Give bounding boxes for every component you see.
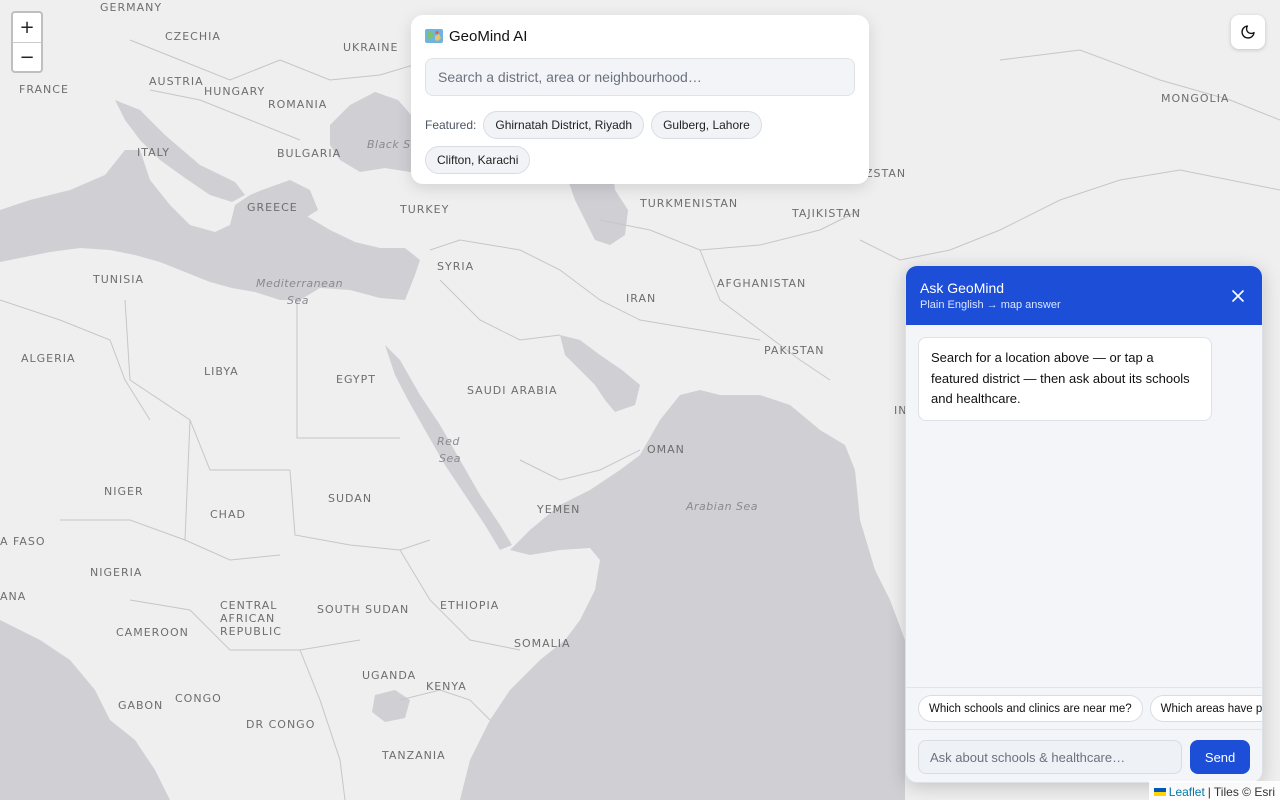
app-title: GeoMind AI [449, 27, 528, 45]
map-label-germany: GERMANY [100, 1, 163, 14]
chat-subtitle: Plain English → map answer [920, 299, 1061, 311]
map-label-car-3: REPUBLIC [220, 625, 282, 638]
close-icon [1232, 290, 1244, 302]
map-label-libya: LIBYA [204, 365, 239, 378]
map-label-yemen: YEMEN [537, 503, 581, 516]
map-label-tajikistan: TAJIKISTAN [792, 207, 861, 220]
map-label-afghanistan: AFGHANISTAN [717, 277, 807, 290]
featured-label: Featured: [425, 118, 477, 132]
persian-gulf [560, 335, 640, 412]
map-label-chad: CHAD [210, 508, 246, 521]
map-label-nigeria: NIGERIA [90, 566, 143, 579]
map-label-kenya: KENYA [426, 680, 467, 693]
chat-composer: Send [906, 729, 1262, 782]
map-attribution: Leaflet | Tiles © Esri [1148, 781, 1280, 800]
chat-close-button[interactable] [1228, 286, 1248, 306]
map-label-cameroon: CAMEROON [116, 626, 189, 639]
assistant-message: Search for a location above — or tap a f… [918, 337, 1212, 421]
map-label-syria: SYRIA [437, 260, 475, 273]
map-label-dr-congo: DR CONGO [246, 718, 316, 731]
map-label-ethiopia: ETHIOPIA [440, 599, 500, 612]
attribution-separator: | [1207, 784, 1211, 799]
leaflet-link[interactable]: Leaflet [1169, 785, 1205, 799]
featured-chip-gulberg[interactable]: Gulberg, Lahore [651, 111, 762, 139]
map-label-pakistan: PAKISTAN [764, 344, 825, 357]
map-label-south-sudan: SOUTH SUDAN [317, 603, 410, 616]
map-label-mediterranean-sea: Sea [287, 294, 309, 307]
map-label-congo: CONGO [175, 692, 222, 705]
map-label-algeria: ALGERIA [21, 352, 76, 365]
map-label-oman: OMAN [647, 443, 685, 456]
map-label-niger: NIGER [104, 485, 144, 498]
map-label-red-sea: Red [437, 435, 460, 448]
map-label-italy: ITALY [137, 146, 171, 159]
map-label-greece: GREECE [247, 201, 298, 214]
send-button[interactable]: Send [1190, 740, 1250, 774]
featured-list: Featured: Ghirnatah District, Riyadh Gul… [425, 111, 855, 174]
map-label-turkmenistan: TURKMENISTAN [640, 197, 739, 210]
zoom-control: + − [11, 11, 43, 73]
map-label-hungary: HUNGARY [204, 85, 266, 98]
map-label-saudi-arabia: SAUDI ARABIA [467, 384, 558, 397]
map-label-egypt: EGYPT [336, 373, 376, 386]
lake-victoria [372, 690, 410, 722]
map-label-uganda: UGANDA [362, 669, 417, 682]
map-label-austria: AUSTRIA [149, 75, 204, 88]
chat-panel: Ask GeoMind Plain English → map answer S… [905, 265, 1263, 783]
map-label-ghana: ANA [0, 590, 27, 603]
chat-input[interactable] [918, 740, 1183, 774]
chat-header: Ask GeoMind Plain English → map answer [906, 266, 1262, 325]
map-label-red-sea-2: Sea [439, 452, 461, 465]
map-label-car-1: CENTRAL [220, 599, 278, 612]
map-label-uzbekistan: ZSTAN [865, 167, 907, 180]
suggestion-row: Which schools and clinics are near me? W… [906, 687, 1262, 729]
map-label-romania: ROMANIA [268, 98, 328, 111]
chat-messages: Search for a location above — or tap a f… [906, 325, 1262, 687]
featured-chip-clifton[interactable]: Clifton, Karachi [425, 146, 531, 174]
featured-chip-ghirnatah[interactable]: Ghirnatah District, Riyadh [483, 111, 645, 139]
map-label-bulgaria: BULGARIA [277, 147, 342, 160]
search-card: GeoMind AI Featured: Ghirnatah District,… [411, 15, 869, 184]
map-label-mongolia: MONGOLIA [1161, 92, 1230, 105]
map-label-car-2: AFRICAN [220, 612, 276, 625]
suggestion-chip-areas[interactable]: Which areas have p [1149, 695, 1262, 722]
map-label-arabian-sea: Arabian Sea [686, 500, 759, 513]
map-label-france: FRANCE [19, 83, 69, 96]
map-label-tanzania: TANZANIA [382, 749, 446, 762]
map-label-somalia: SOMALIA [514, 637, 571, 650]
map-label-turkey: TURKEY [400, 203, 450, 216]
ukraine-flag-icon [1153, 787, 1166, 796]
map-label-iran: IRAN [626, 292, 657, 305]
map-label-tunisia: TUNISIA [93, 273, 144, 286]
theme-toggle-button[interactable] [1231, 15, 1265, 49]
location-search-input[interactable] [425, 58, 855, 96]
tiles-attribution: Tiles © Esri [1213, 784, 1275, 799]
map-label-sudan: SUDAN [328, 492, 373, 505]
chat-title: Ask GeoMind [920, 280, 1005, 296]
suggestion-chip-schools-clinics[interactable]: Which schools and clinics are near me? [918, 695, 1143, 722]
brand: GeoMind AI [425, 27, 855, 45]
map-label-ukraine: UKRAINE [343, 41, 399, 54]
map-label-mediterranean: Mediterranean [256, 277, 344, 290]
zoom-in-button[interactable]: + [13, 13, 41, 42]
map-label-burkina-faso: A FASO [0, 535, 46, 548]
moon-icon [1241, 25, 1255, 39]
zoom-out-button[interactable]: − [13, 42, 41, 71]
map-label-czechia: CZECHIA [165, 30, 221, 43]
world-map-icon [425, 29, 443, 43]
map-label-gabon: GABON [118, 699, 164, 712]
